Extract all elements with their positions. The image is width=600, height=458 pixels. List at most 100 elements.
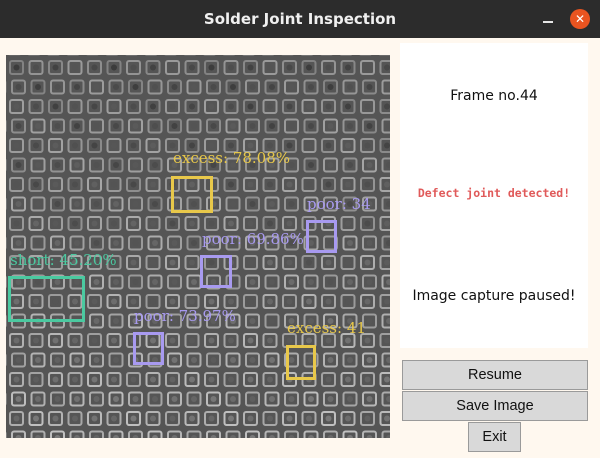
solder-joint	[91, 298, 98, 305]
solder-joint	[189, 298, 195, 305]
solder-joint	[364, 103, 371, 110]
solder-joint	[230, 201, 236, 207]
solder-joint	[208, 376, 215, 383]
solder-joint	[33, 103, 39, 110]
solder-joint	[228, 298, 234, 305]
solder-joint	[33, 220, 39, 227]
solder-joint	[52, 415, 59, 422]
solder-joint	[111, 337, 117, 344]
solder-joint	[267, 142, 273, 149]
solder-joint	[13, 64, 20, 71]
resume-button[interactable]: Resume	[402, 360, 588, 390]
close-icon[interactable]: ✕	[570, 9, 590, 29]
solder-joint	[111, 220, 117, 227]
solder-joint	[267, 64, 273, 71]
solder-joint	[288, 123, 295, 129]
solder-joint	[130, 64, 137, 71]
solder-joint	[13, 142, 20, 149]
solder-joint	[191, 123, 197, 129]
solder-joint	[52, 103, 59, 110]
solder-joint	[191, 357, 197, 363]
detection-box-poor-1	[306, 220, 337, 253]
solder-joint	[111, 298, 117, 305]
solder-joint	[345, 220, 351, 227]
solder-joint	[189, 376, 195, 383]
solder-joint	[325, 415, 332, 422]
solder-joint	[228, 142, 234, 149]
solder-joint	[191, 240, 197, 246]
solder-joint	[364, 376, 371, 383]
solder-joint	[269, 318, 275, 324]
solder-joint	[74, 396, 80, 402]
solder-joint	[347, 396, 353, 402]
solder-joint	[384, 259, 390, 266]
solder-joint	[208, 103, 215, 110]
solder-joint	[152, 279, 158, 285]
solder-joint	[130, 415, 137, 422]
solder-joint	[171, 279, 178, 285]
solder-joint	[325, 376, 332, 383]
solder-joint	[91, 103, 98, 110]
solder-joint	[52, 64, 59, 71]
solder-joint	[308, 396, 314, 402]
solder-joint	[150, 376, 156, 383]
solder-joint	[345, 259, 351, 266]
solder-joint	[74, 357, 80, 363]
solder-joint	[327, 396, 334, 402]
minimize-icon[interactable]	[538, 10, 558, 30]
solder-joint	[91, 220, 98, 227]
solder-joint	[384, 64, 390, 71]
solder-joint	[91, 415, 98, 422]
solder-joint	[91, 64, 98, 71]
solder-joint	[384, 415, 390, 422]
solder-joint	[308, 84, 314, 90]
solder-joint	[210, 123, 217, 129]
solder-joint	[347, 279, 353, 285]
solder-joint	[364, 64, 371, 71]
solder-joint	[384, 337, 390, 344]
solder-joint	[152, 123, 158, 129]
solder-joint	[35, 162, 41, 168]
solder-joint	[93, 357, 100, 363]
solder-joint	[364, 142, 371, 149]
solder-joint	[189, 142, 195, 149]
solder-joint	[347, 357, 353, 363]
solder-joint	[169, 103, 176, 110]
solder-joint	[364, 415, 371, 422]
solder-joint	[150, 415, 156, 422]
solder-joint	[171, 84, 178, 90]
solder-joint	[325, 298, 332, 305]
solder-joint	[72, 376, 78, 383]
solder-joint	[74, 162, 80, 168]
solder-joint	[286, 220, 293, 227]
solder-joint	[306, 181, 312, 188]
solder-joint	[91, 376, 98, 383]
solder-joint	[325, 337, 332, 344]
solder-joint	[52, 337, 59, 344]
solder-joint	[269, 279, 275, 285]
solder-joint	[366, 84, 373, 90]
solder-joint	[132, 240, 139, 246]
solder-joint	[150, 181, 156, 188]
solder-joint	[132, 201, 139, 207]
solder-joint	[210, 84, 217, 90]
solder-joint	[15, 240, 22, 246]
solder-joint	[35, 201, 41, 207]
solder-joint	[366, 357, 373, 363]
solder-joint	[33, 376, 39, 383]
solder-joint	[249, 84, 256, 90]
save-image-button[interactable]: Save Image	[402, 391, 588, 421]
solder-joint	[286, 415, 293, 422]
solder-joint	[111, 64, 117, 71]
solder-joint	[364, 181, 371, 188]
detection-label-poor-2: poor: 69.86%	[202, 230, 304, 248]
exit-button[interactable]: Exit	[468, 422, 521, 452]
solder-joint	[366, 240, 373, 246]
solder-joint	[247, 142, 254, 149]
solder-joint	[347, 240, 353, 246]
solder-joint	[152, 240, 158, 246]
solder-joint	[150, 142, 156, 149]
solder-joint	[247, 259, 254, 266]
solder-joint	[267, 376, 273, 383]
solder-joint	[249, 123, 256, 129]
